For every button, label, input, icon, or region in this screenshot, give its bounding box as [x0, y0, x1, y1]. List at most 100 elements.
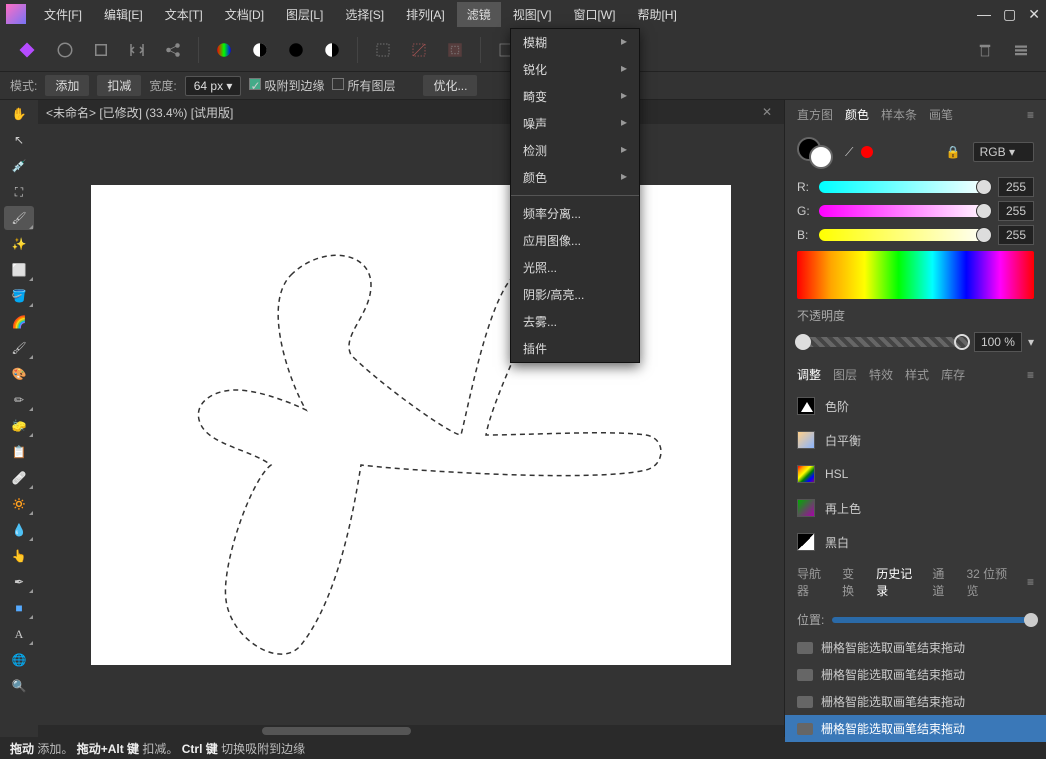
- adj-whitebalance[interactable]: 白平衡: [785, 423, 1046, 457]
- tab-layers[interactable]: 图层: [829, 364, 861, 385]
- tab-styles[interactable]: 样式: [901, 364, 933, 385]
- crop-tool[interactable]: ⛶: [4, 180, 34, 204]
- pencil-tool[interactable]: ✏: [4, 388, 34, 412]
- menu-window[interactable]: 窗口[W]: [563, 2, 625, 27]
- filter-distort[interactable]: 畸变▸: [511, 83, 639, 110]
- marquee-rect-icon[interactable]: [368, 35, 398, 65]
- filter-freqsep[interactable]: 频率分离...: [511, 200, 639, 227]
- options-icon[interactable]: [1006, 35, 1036, 65]
- text-tool[interactable]: A: [4, 622, 34, 646]
- panel-menu-icon-2[interactable]: ≡: [1023, 366, 1038, 384]
- foreground-background-swatch[interactable]: [797, 137, 837, 167]
- marquee-tool[interactable]: ⬜: [4, 258, 34, 282]
- tab-color[interactable]: 颜色: [841, 104, 873, 125]
- tab-adjust[interactable]: 调整: [793, 364, 825, 385]
- history-item[interactable]: 栅格智能选取画笔结束拖动: [785, 715, 1046, 742]
- menu-document[interactable]: 文档[D]: [215, 2, 274, 27]
- move-tool[interactable]: ↖: [4, 128, 34, 152]
- mode-add-button[interactable]: 添加: [45, 75, 89, 96]
- share-icon[interactable]: [158, 35, 188, 65]
- snap-edges-checkbox[interactable]: ✓吸附到边缘: [249, 77, 324, 94]
- blur-tool[interactable]: 💧: [4, 518, 34, 542]
- menu-layer[interactable]: 图层[L]: [276, 2, 333, 27]
- lock-icon[interactable]: 🔒: [946, 145, 961, 159]
- trash-icon[interactable]: [970, 35, 1000, 65]
- clone-tool[interactable]: 📋: [4, 440, 34, 464]
- heal-tool[interactable]: 🩹: [4, 466, 34, 490]
- filter-detect[interactable]: 检测▸: [511, 137, 639, 164]
- marquee-cancel-icon[interactable]: [404, 35, 434, 65]
- history-item[interactable]: 栅格智能选取画笔结束拖动: [785, 661, 1046, 688]
- hand-tool[interactable]: ✋: [4, 102, 34, 126]
- mixer-brush-tool[interactable]: 🎨: [4, 362, 34, 386]
- horizontal-scrollbar[interactable]: [38, 725, 784, 737]
- b-value[interactable]: 255: [998, 225, 1034, 245]
- flood-fill-tool[interactable]: 🪣: [4, 284, 34, 308]
- tab-histogram[interactable]: 直方图: [793, 104, 837, 125]
- mode-subtract-button[interactable]: 扣减: [97, 75, 141, 96]
- menu-view[interactable]: 视图[V]: [503, 2, 562, 27]
- close-button[interactable]: ✕: [1028, 6, 1040, 23]
- tab-transform[interactable]: 变换: [838, 563, 868, 601]
- document-tab[interactable]: <未命名> [已修改] (33.4%) [试用版] ✕: [38, 100, 784, 124]
- menu-help[interactable]: 帮助[H]: [627, 2, 686, 27]
- persona-switch-icon[interactable]: [10, 33, 44, 67]
- refine-button[interactable]: 优化...: [423, 75, 477, 96]
- magic-wand-tool[interactable]: ✨: [4, 232, 34, 256]
- autolevel-icon[interactable]: [50, 35, 80, 65]
- minimize-button[interactable]: —: [977, 6, 991, 23]
- r-value[interactable]: 255: [998, 177, 1034, 197]
- shape-tool[interactable]: ■: [4, 596, 34, 620]
- g-value[interactable]: 255: [998, 201, 1034, 221]
- cube-icon[interactable]: [86, 35, 116, 65]
- colorspace-dropdown[interactable]: RGB ▾: [973, 142, 1034, 162]
- filter-sharpen[interactable]: 锐化▸: [511, 56, 639, 83]
- hue-picker[interactable]: [797, 251, 1034, 299]
- brush-width-dropdown[interactable]: 64 px ▾: [185, 76, 242, 96]
- mesh-tool[interactable]: 🌐: [4, 648, 34, 672]
- panel-menu-icon-3[interactable]: ≡: [1023, 573, 1038, 591]
- tab-swatches[interactable]: 样本条: [877, 104, 921, 125]
- filter-applyimage[interactable]: 应用图像...: [511, 227, 639, 254]
- filter-shadowhighlight[interactable]: 阴影/高亮...: [511, 281, 639, 308]
- opacity-value[interactable]: 100 %: [974, 332, 1022, 352]
- hsl-wheel-icon[interactable]: [281, 35, 311, 65]
- r-slider[interactable]: [819, 181, 990, 193]
- adj-blackwhite[interactable]: 黑白: [785, 525, 1046, 559]
- tab-fx[interactable]: 特效: [865, 364, 897, 385]
- eraser-tool[interactable]: 🧽: [4, 414, 34, 438]
- contrast-icon[interactable]: [245, 35, 275, 65]
- filter-noise[interactable]: 噪声▸: [511, 110, 639, 137]
- filter-lighting[interactable]: 光照...: [511, 254, 639, 281]
- all-layers-checkbox[interactable]: 所有图层: [332, 77, 395, 94]
- menu-select[interactable]: 选择[S]: [335, 2, 394, 27]
- menu-filters[interactable]: 滤镜: [457, 2, 501, 27]
- marquee-invert-icon[interactable]: [440, 35, 470, 65]
- color-wheel-icon[interactable]: [209, 35, 239, 65]
- close-tab-icon[interactable]: ✕: [762, 105, 772, 119]
- pen-tool[interactable]: ✒: [4, 570, 34, 594]
- tab-stock[interactable]: 库存: [937, 364, 969, 385]
- opacity-slider[interactable]: [797, 337, 968, 347]
- paint-brush-tool[interactable]: 🖌: [4, 336, 34, 360]
- tab-navigator[interactable]: 导航器: [793, 563, 834, 601]
- filter-blur[interactable]: 模糊▸: [511, 29, 639, 56]
- tab-brush[interactable]: 画笔: [925, 104, 957, 125]
- filter-color[interactable]: 颜色▸: [511, 164, 639, 191]
- menu-text[interactable]: 文本[T]: [155, 2, 213, 27]
- tab-32bit[interactable]: 32 位预览: [963, 563, 1019, 601]
- history-item[interactable]: 栅格智能选取画笔结束拖动: [785, 688, 1046, 715]
- mirror-icon[interactable]: [122, 35, 152, 65]
- tab-channels[interactable]: 通道: [928, 563, 958, 601]
- adj-hsl[interactable]: HSL: [785, 457, 1046, 491]
- filter-plugins[interactable]: 插件: [511, 335, 639, 362]
- opacity-stepper[interactable]: ▾: [1028, 335, 1034, 349]
- zoom-tool[interactable]: 🔍: [4, 674, 34, 698]
- history-item[interactable]: 栅格智能选取画笔结束拖动: [785, 634, 1046, 661]
- filter-dehaze[interactable]: 去雾...: [511, 308, 639, 335]
- bw-circle-icon[interactable]: [317, 35, 347, 65]
- eyedropper-icon[interactable]: ⟋: [845, 145, 853, 160]
- dodge-tool[interactable]: 🔅: [4, 492, 34, 516]
- menu-file[interactable]: 文件[F]: [34, 2, 92, 27]
- menu-arrange[interactable]: 排列[A]: [396, 2, 455, 27]
